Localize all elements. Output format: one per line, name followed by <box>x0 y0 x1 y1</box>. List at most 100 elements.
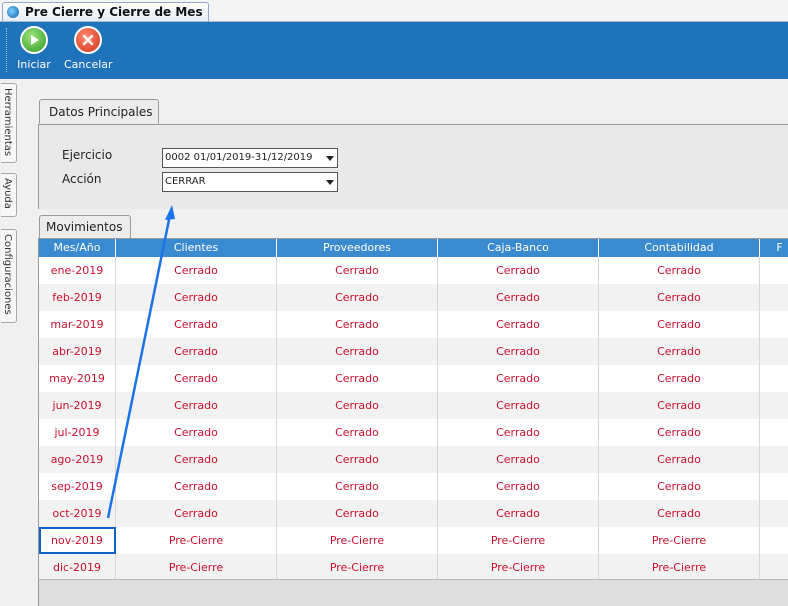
tab-movimientos[interactable]: Movimientos <box>39 215 131 238</box>
status-cell[interactable] <box>760 365 788 392</box>
status-cell[interactable]: Cerrado <box>438 338 599 365</box>
status-cell[interactable]: Cerrado <box>277 446 438 473</box>
month-cell[interactable]: dic-2019 <box>39 554 116 581</box>
status-cell[interactable] <box>760 473 788 500</box>
table-row[interactable]: mar-2019 Cerrado Cerrado Cerrado Cerrado <box>39 311 788 338</box>
status-cell[interactable] <box>760 419 788 446</box>
column-header[interactable]: Contabilidad <box>599 239 760 257</box>
chevron-down-icon[interactable] <box>326 156 334 161</box>
table-row[interactable]: jul-2019 Cerrado Cerrado Cerrado Cerrado <box>39 419 788 446</box>
chevron-down-icon[interactable] <box>326 180 334 185</box>
status-cell[interactable]: Cerrado <box>438 446 599 473</box>
status-cell[interactable]: Cerrado <box>116 446 277 473</box>
month-cell[interactable]: mar-2019 <box>39 311 116 338</box>
status-cell[interactable]: Cerrado <box>116 365 277 392</box>
status-cell[interactable]: Pre-Cierre <box>599 527 760 554</box>
status-cell[interactable] <box>760 527 788 554</box>
status-cell[interactable]: Cerrado <box>599 365 760 392</box>
column-header[interactable]: Mes/Año <box>39 239 116 257</box>
table-row[interactable]: oct-2019 Cerrado Cerrado Cerrado Cerrado <box>39 500 788 527</box>
document-tab[interactable]: Pre Cierre y Cierre de Mes <box>2 2 209 21</box>
status-cell[interactable]: Cerrado <box>277 284 438 311</box>
month-cell[interactable]: jul-2019 <box>39 419 116 446</box>
status-cell[interactable]: Pre-Cierre <box>277 527 438 554</box>
ejercicio-select[interactable]: 0002 01/01/2019-31/12/2019 <box>162 148 338 168</box>
month-cell[interactable]: feb-2019 <box>39 284 116 311</box>
status-cell[interactable]: Cerrado <box>599 284 760 311</box>
status-cell[interactable]: Cerrado <box>599 338 760 365</box>
cancelar-button[interactable]: Cancelar <box>64 26 113 71</box>
status-cell[interactable]: Cerrado <box>116 311 277 338</box>
month-cell[interactable]: may-2019 <box>39 365 116 392</box>
table-row[interactable]: jun-2019 Cerrado Cerrado Cerrado Cerrado <box>39 392 788 419</box>
status-cell[interactable]: Cerrado <box>599 257 760 284</box>
month-cell[interactable]: ene-2019 <box>39 257 116 284</box>
tab-datos-principales[interactable]: Datos Principales <box>39 99 159 124</box>
month-cell[interactable]: oct-2019 <box>39 500 116 527</box>
status-cell[interactable] <box>760 311 788 338</box>
table-row[interactable]: ago-2019 Cerrado Cerrado Cerrado Cerrado <box>39 446 788 473</box>
status-cell[interactable]: Cerrado <box>277 311 438 338</box>
status-cell[interactable]: Cerrado <box>599 473 760 500</box>
accion-select[interactable]: CERRAR <box>162 172 338 192</box>
status-cell[interactable]: Cerrado <box>438 284 599 311</box>
status-cell[interactable] <box>760 554 788 581</box>
status-cell[interactable]: Cerrado <box>277 338 438 365</box>
table-row[interactable]: feb-2019 Cerrado Cerrado Cerrado Cerrado <box>39 284 788 311</box>
status-cell[interactable]: Cerrado <box>438 365 599 392</box>
month-cell[interactable]: ago-2019 <box>39 446 116 473</box>
status-cell[interactable] <box>760 257 788 284</box>
iniciar-button[interactable]: Iniciar <box>10 26 58 71</box>
status-cell[interactable]: Pre-Cierre <box>116 554 277 581</box>
status-cell[interactable]: Pre-Cierre <box>438 527 599 554</box>
status-cell[interactable]: Pre-Cierre <box>116 527 277 554</box>
status-cell[interactable]: Cerrado <box>277 473 438 500</box>
status-cell[interactable]: Cerrado <box>277 419 438 446</box>
status-cell[interactable]: Cerrado <box>277 257 438 284</box>
status-cell[interactable]: Pre-Cierre <box>277 554 438 581</box>
table-row[interactable]: abr-2019 Cerrado Cerrado Cerrado Cerrado <box>39 338 788 365</box>
status-cell[interactable] <box>760 500 788 527</box>
table-row[interactable]: dic-2019 Pre-Cierre Pre-Cierre Pre-Cierre Pr… <box>39 554 788 581</box>
status-cell[interactable]: Cerrado <box>438 500 599 527</box>
status-cell[interactable]: Cerrado <box>599 311 760 338</box>
status-cell[interactable]: Cerrado <box>116 500 277 527</box>
column-header[interactable]: Proveedores <box>277 239 438 257</box>
status-cell[interactable]: Pre-Cierre <box>599 554 760 581</box>
status-cell[interactable]: Cerrado <box>438 257 599 284</box>
status-cell[interactable]: Pre-Cierre <box>438 554 599 581</box>
status-cell[interactable] <box>760 284 788 311</box>
column-header[interactable]: Clientes <box>116 239 277 257</box>
status-cell[interactable]: Cerrado <box>116 419 277 446</box>
month-cell[interactable]: sep-2019 <box>39 473 116 500</box>
status-cell[interactable]: Cerrado <box>116 473 277 500</box>
table-row[interactable]: sep-2019 Cerrado Cerrado Cerrado Cerrado <box>39 473 788 500</box>
column-header[interactable]: Caja-Banco <box>438 239 599 257</box>
side-tab-ayuda[interactable]: Ayuda <box>1 173 17 217</box>
status-cell[interactable]: Cerrado <box>438 392 599 419</box>
table-row[interactable]: nov-2019 Pre-Cierre Pre-Cierre Pre-Cierre Pr… <box>39 527 788 554</box>
month-cell[interactable]: jun-2019 <box>39 392 116 419</box>
table-row[interactable]: may-2019 Cerrado Cerrado Cerrado Cerrado <box>39 365 788 392</box>
status-cell[interactable]: Cerrado <box>116 392 277 419</box>
status-cell[interactable]: Cerrado <box>277 392 438 419</box>
status-cell[interactable]: Cerrado <box>116 338 277 365</box>
table-row[interactable]: ene-2019 Cerrado Cerrado Cerrado Cerrado <box>39 257 788 284</box>
status-cell[interactable]: Cerrado <box>116 284 277 311</box>
status-cell[interactable] <box>760 338 788 365</box>
status-cell[interactable]: Cerrado <box>599 392 760 419</box>
status-cell[interactable]: Cerrado <box>599 500 760 527</box>
status-cell[interactable]: Cerrado <box>599 446 760 473</box>
status-cell[interactable]: Cerrado <box>438 473 599 500</box>
status-cell[interactable] <box>760 392 788 419</box>
status-cell[interactable]: Cerrado <box>599 419 760 446</box>
status-cell[interactable]: Cerrado <box>277 500 438 527</box>
side-tab-herramientas[interactable]: Herramientas <box>1 83 17 163</box>
status-cell[interactable]: Cerrado <box>438 311 599 338</box>
status-cell[interactable]: Cerrado <box>277 365 438 392</box>
status-cell[interactable]: Cerrado <box>116 257 277 284</box>
month-cell[interactable]: abr-2019 <box>39 338 116 365</box>
month-cell[interactable]: nov-2019 <box>39 527 116 554</box>
status-cell[interactable] <box>760 446 788 473</box>
status-cell[interactable]: Cerrado <box>438 419 599 446</box>
